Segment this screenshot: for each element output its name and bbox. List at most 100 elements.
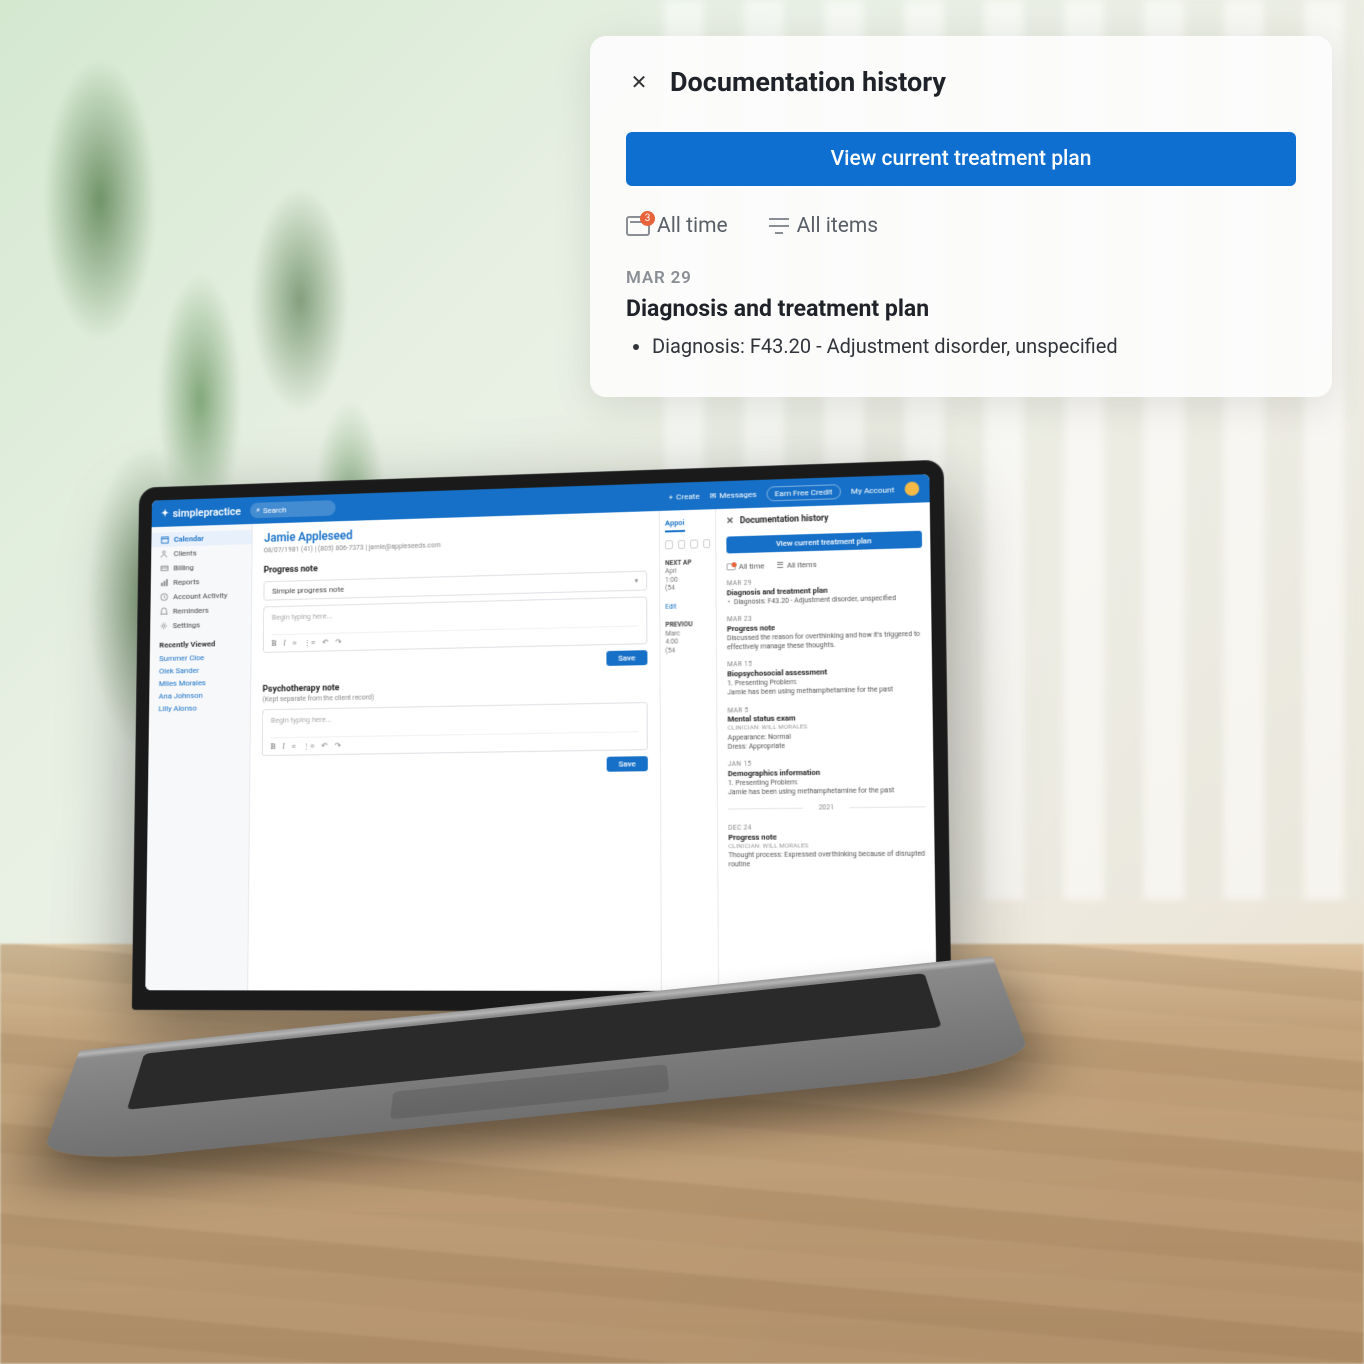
callout-entry-body: Diagnosis: F43.20 - Adjustment disorder,… xyxy=(626,332,1296,361)
filter-items-label: All items xyxy=(797,214,879,238)
view-icon[interactable] xyxy=(678,540,686,549)
bold-icon[interactable]: B xyxy=(271,742,276,751)
filter-time[interactable]: All time xyxy=(626,214,728,238)
sidebar-item-label: Clients xyxy=(174,549,197,558)
doc-history-panel: ✕ Documentation history View current tre… xyxy=(715,502,936,991)
messages-label: Messages xyxy=(719,489,756,499)
bell-icon xyxy=(160,607,169,616)
list-icon[interactable]: ≡ xyxy=(292,639,296,648)
search-placeholder: Search xyxy=(263,505,286,514)
laptop-screen: simplepractice ⌕ Search + Create ✉ Messa… xyxy=(145,474,936,991)
chevron-down-icon: ▾ xyxy=(635,577,639,585)
editor-toolbar: B I ≡ ⋮≡ ↶ ↷ xyxy=(271,625,638,651)
close-icon[interactable]: ✕ xyxy=(626,69,652,95)
sidebar-item-label: Settings xyxy=(173,621,201,630)
bold-icon[interactable]: B xyxy=(272,639,277,648)
entry-body: 1. Presenting Problem: Jamie has been us… xyxy=(728,776,925,797)
brand-logo[interactable]: simplepractice xyxy=(161,505,241,520)
app-body: Calendar Clients Billing Reports xyxy=(145,502,936,991)
chat-icon: ✉ xyxy=(710,491,717,500)
psych-note-editor[interactable]: Begin typing here... B I ≡ ⋮≡ ↶ ↷ xyxy=(262,702,648,756)
entry-body: Discussed the reason for overthinking an… xyxy=(727,630,923,653)
redo-icon[interactable]: ↷ xyxy=(335,741,342,750)
sidebar-item-label: Reports xyxy=(173,577,199,586)
callout-title: Documentation history xyxy=(670,66,946,98)
view-treatment-plan-button[interactable]: View current treatment plan xyxy=(626,132,1296,186)
create-label: Create xyxy=(676,491,699,501)
calendar-icon xyxy=(161,535,170,544)
redo-icon[interactable]: ↷ xyxy=(335,637,341,646)
entry-body: Thought process: Expressed overthinking … xyxy=(728,850,926,870)
laptop-device: simplepractice ⌕ Search + Create ✉ Messa… xyxy=(60,470,1020,1194)
history-entry[interactable]: DEC 24 Progress note CLINICIAN: WILL MOR… xyxy=(728,822,926,870)
save-psych-button[interactable]: Save xyxy=(606,756,648,772)
messages-link[interactable]: ✉ Messages xyxy=(710,489,757,499)
sidebar-item-label: Account Activity xyxy=(173,591,227,601)
earn-credit-pill[interactable]: Earn Free Credit xyxy=(766,484,840,501)
undo-icon[interactable]: ↶ xyxy=(321,741,328,750)
client-pane: Jamie Appleseed 08/07/1981 (41) | (805) … xyxy=(248,511,661,991)
numlist-icon[interactable]: ⋮≡ xyxy=(303,742,315,751)
my-account-link[interactable]: My Account xyxy=(851,485,895,495)
card-icon xyxy=(160,564,169,573)
entry-body: Appearance: Normal Dress: Appropriate xyxy=(728,730,925,752)
undo-icon[interactable]: ↶ xyxy=(322,638,328,647)
avatar[interactable] xyxy=(905,482,920,497)
filter-time[interactable]: All time xyxy=(727,561,765,571)
search-input[interactable]: ⌕ Search xyxy=(250,500,336,518)
strip-line: (54 xyxy=(665,645,710,654)
tab-appointments[interactable]: Appoi xyxy=(665,518,685,532)
editor-placeholder: Begin typing here... xyxy=(271,709,639,733)
filter-items[interactable]: All items xyxy=(768,214,879,238)
progress-note-editor[interactable]: Begin typing here... B I ≡ ⋮≡ ↶ ↷ xyxy=(263,596,647,652)
view-icon[interactable] xyxy=(665,540,673,549)
callout-entry-date: MAR 29 xyxy=(626,268,1296,288)
search-icon: ⌕ xyxy=(256,505,260,515)
calendar-badge-icon xyxy=(626,216,650,236)
list-icon[interactable]: ≡ xyxy=(292,742,296,751)
history-entry[interactable]: MAR 23 Progress note Discussed the reaso… xyxy=(727,611,924,653)
save-progress-button[interactable]: Save xyxy=(606,650,647,666)
history-entry[interactable]: MAR 15 Biopsychosocial assessment 1. Pre… xyxy=(727,656,924,698)
recent-heading: Recently Viewed xyxy=(150,631,251,653)
create-button[interactable]: + Create xyxy=(669,491,700,501)
history-entry[interactable]: JAN 15 Demographics information 1. Prese… xyxy=(728,757,926,798)
view-icon[interactable] xyxy=(690,539,698,548)
year-divider: 2021 xyxy=(728,802,926,812)
filter-icon xyxy=(768,218,790,234)
italic-icon[interactable]: I xyxy=(283,639,286,648)
callout-entry-bullet: Diagnosis: F43.20 - Adjustment disorder,… xyxy=(652,332,1296,361)
entry-body: 1. Presenting Problem: Jamie has been us… xyxy=(727,676,924,698)
view-icon[interactable] xyxy=(703,539,711,548)
history-entry[interactable]: MAR 5 Mental status exam CLINICIAN: WILL… xyxy=(727,702,924,751)
people-icon xyxy=(161,550,170,559)
appointments-strip: Appoi NEXT AP Apri 1:00 (54 xyxy=(659,509,718,991)
chart-icon xyxy=(160,578,169,587)
sidebar-item-label: Reminders xyxy=(173,606,209,616)
clock-icon xyxy=(160,593,169,602)
recent-client[interactable]: Lilly Alonso xyxy=(149,701,250,716)
edit-link[interactable]: Edit xyxy=(665,602,676,610)
italic-icon[interactable]: I xyxy=(282,742,285,751)
history-entry[interactable]: MAR 29 Diagnosis and treatment plan Diag… xyxy=(727,574,923,607)
editor-toolbar: B I ≡ ⋮≡ ↶ ↷ xyxy=(270,731,638,755)
filter-time-label: All time xyxy=(657,214,728,238)
template-select[interactable]: Simple progress note ▾ xyxy=(263,571,647,601)
strip-line: (54 xyxy=(665,583,710,593)
calendar-badge-icon xyxy=(727,563,736,570)
doc-history-callout: ✕ Documentation history View current tre… xyxy=(590,36,1332,397)
callout-entry-title: Diagnosis and treatment plan xyxy=(626,295,1296,322)
sidebar-item-label: Calendar xyxy=(174,534,204,544)
close-icon[interactable]: ✕ xyxy=(726,516,734,526)
filter-items[interactable]: ☰ All items xyxy=(776,560,816,570)
laptop-bezel: simplepractice ⌕ Search + Create ✉ Messa… xyxy=(132,460,952,1013)
doc-history-title: Documentation history xyxy=(740,514,828,527)
filter-items-label: All items xyxy=(787,560,817,570)
sidebar: Calendar Clients Billing Reports xyxy=(145,524,253,990)
plus-icon: + xyxy=(669,492,674,501)
filter-icon: ☰ xyxy=(776,561,783,570)
view-treatment-plan-button[interactable]: View current treatment plan xyxy=(726,531,922,554)
numlist-icon[interactable]: ⋮≡ xyxy=(303,638,315,647)
template-select-value: Simple progress note xyxy=(272,584,344,595)
main-column: Jamie Appleseed 08/07/1981 (41) | (805) … xyxy=(248,502,936,991)
